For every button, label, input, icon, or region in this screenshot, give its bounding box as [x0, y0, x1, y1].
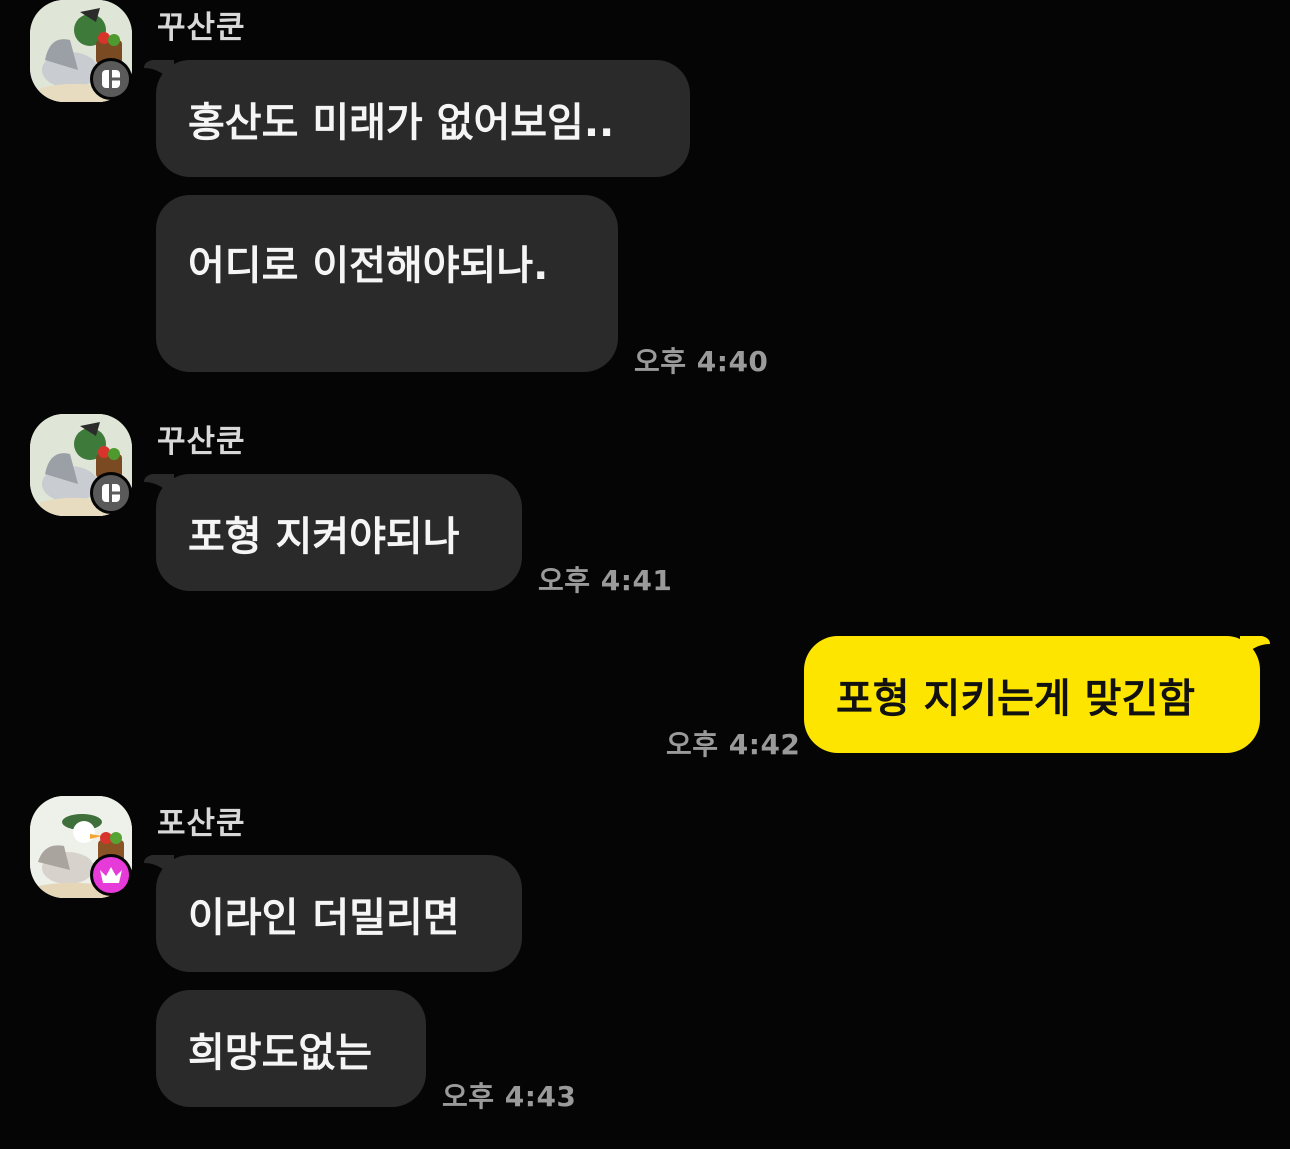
message-time: 오후 4:40	[634, 345, 769, 378]
message-bubble[interactable]: 이라인 더밀리면	[144, 855, 522, 972]
message-time: 오후 4:43	[442, 1080, 577, 1113]
message-text: 어디로 이전해야되나.	[188, 243, 549, 289]
message-text: 포형 지키는게 맞긴함	[836, 675, 1196, 722]
bubble-tail	[144, 855, 174, 881]
message-text: 희망도없는	[188, 1029, 372, 1076]
bubble-tail	[144, 474, 174, 500]
sender-avatar[interactable]	[30, 414, 132, 516]
message-bubble[interactable]: 포형 지켜야되나	[144, 474, 522, 591]
sender-name: 꾸산쿤	[157, 424, 246, 460]
crown-icon	[90, 854, 132, 896]
message-bubble[interactable]: 홍산도 미래가 없어보임..	[144, 60, 690, 177]
member-badge-icon	[90, 58, 132, 100]
message-time: 오후 4:42	[666, 728, 801, 761]
message-bubble[interactable]: 희망도없는	[156, 990, 426, 1107]
bubble-tail	[1240, 636, 1270, 662]
sender-name: 꾸산쿤	[157, 10, 246, 46]
message-time: 오후 4:41	[538, 564, 673, 597]
my-message-bubble[interactable]: 포형 지키는게 맞긴함	[804, 636, 1270, 753]
sender-avatar[interactable]	[30, 796, 132, 898]
message-text: 포형 지켜야되나	[188, 513, 460, 560]
message-bubble[interactable]: 어디로 이전해야되나.	[156, 195, 618, 372]
member-badge-icon	[90, 472, 132, 514]
message-text: 이라인 더밀리면	[188, 894, 460, 941]
bubble-tail	[144, 60, 174, 86]
chat-screen: 꾸산쿤 홍산도 미래가 없어보임.. 어디로 이전해야되나. 오후 4:40 꾸…	[0, 0, 1290, 1149]
sender-name: 포산쿤	[157, 806, 246, 842]
message-text: 홍산도 미래가 없어보임..	[188, 99, 615, 146]
sender-avatar[interactable]	[30, 0, 132, 102]
